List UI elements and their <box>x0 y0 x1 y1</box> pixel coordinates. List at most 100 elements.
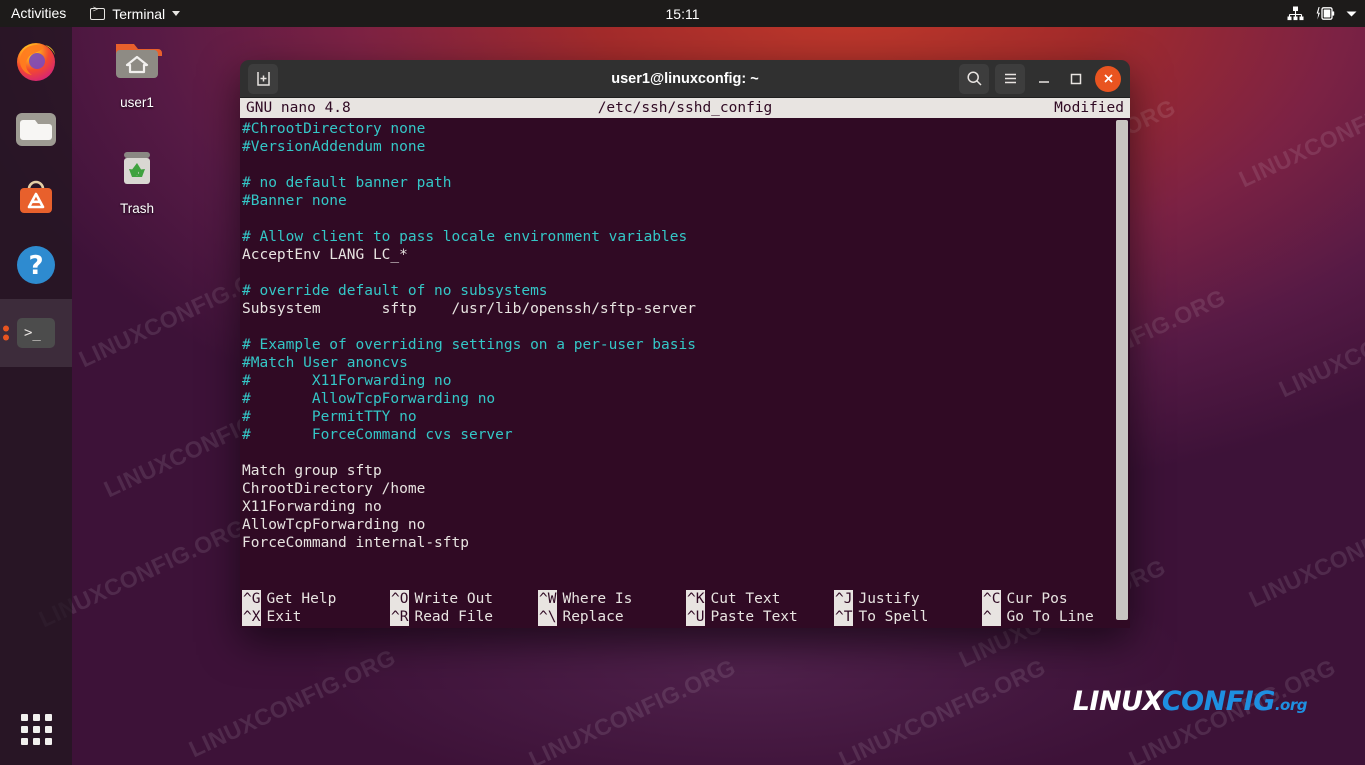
brand-part-3: .org <box>1274 696 1308 714</box>
nano-filename: /etc/ssh/sshd_config <box>597 100 773 116</box>
nano-status: Modified <box>1054 100 1124 116</box>
nano-line: AllowTcpForwarding no <box>242 517 426 533</box>
dock-item-ubuntu-software[interactable] <box>0 163 72 231</box>
scrollbar-thumb[interactable] <box>1116 120 1128 620</box>
terminal-content[interactable]: GNU nano 4.8 /etc/ssh/sshd_config Modifi… <box>240 98 1130 628</box>
network-icon[interactable] <box>1287 6 1304 21</box>
nano-shortcut[interactable]: ^U Paste Text <box>686 608 834 626</box>
battery-charging-icon[interactable] <box>1315 6 1335 21</box>
nano-shortcut-label: Cur Pos <box>1006 591 1068 607</box>
nano-shortcut-label: Get Help <box>266 591 337 607</box>
system-menu-chevron-down-icon[interactable] <box>1346 10 1357 18</box>
nano-shortcut[interactable]: ^X Exit <box>242 608 390 626</box>
new-tab-icon[interactable] <box>248 63 278 94</box>
nano-shortcut-key: ^R <box>390 608 410 626</box>
nano-line: # Example of overriding settings on a pe… <box>242 337 696 353</box>
nano-line: Match group sftp <box>242 463 382 479</box>
dock: ? >_ <box>0 27 72 765</box>
hamburger-menu-icon[interactable] <box>995 63 1025 94</box>
nano-line <box>242 210 1130 228</box>
dock-item-files[interactable] <box>0 95 72 163</box>
nano-shortcut[interactable]: ^W Where Is <box>538 590 686 608</box>
nano-shortcut-key: ^W <box>538 590 558 608</box>
nano-shortcut-key: ^U <box>686 608 706 626</box>
nano-line: # PermitTTY no <box>242 409 417 425</box>
nano-shortcut-label: Read File <box>414 609 494 625</box>
nano-shortcut[interactable]: ^ Go To Line <box>982 608 1130 626</box>
dock-item-terminal[interactable]: >_ <box>0 299 72 367</box>
nano-shortcut-key: ^\ <box>538 608 558 626</box>
nano-line: # X11Forwarding no <box>242 373 452 389</box>
svg-text:>_: >_ <box>24 325 41 341</box>
terminal-icon: >_ <box>12 309 60 357</box>
watermark-text: LINUXCONFIG.ORG <box>1274 283 1365 403</box>
nano-shortcut[interactable]: ^C Cur Pos <box>982 590 1130 608</box>
nano-shortcut[interactable]: ^G Get Help <box>242 590 390 608</box>
search-icon[interactable] <box>959 63 989 94</box>
nano-line: # override default of no subsystems <box>242 283 548 299</box>
watermark-text: LINUXCONFIG.ORG <box>524 653 740 765</box>
nano-shortcut-label: Replace <box>562 609 624 625</box>
system-tray[interactable] <box>1287 6 1357 21</box>
nano-shortcut[interactable]: ^K Cut Text <box>686 590 834 608</box>
nano-shortcut-label: Justify <box>858 591 920 607</box>
nano-shortcut-key: ^O <box>390 590 410 608</box>
nano-line: ForceCommand internal-sftp <box>242 535 469 551</box>
nano-line: #ChrootDirectory none <box>242 121 426 137</box>
nano-shortcut-label: Write Out <box>414 591 494 607</box>
desktop-icon-trash[interactable]: Trash <box>92 140 182 216</box>
minimize-icon[interactable] <box>1031 66 1057 92</box>
top-bar: Activities Terminal 15:11 <box>0 0 1365 27</box>
maximize-icon[interactable] <box>1063 66 1089 92</box>
nano-line: #Match User anoncvs <box>242 355 408 371</box>
desktop-icon-home-folder[interactable]: user1 <box>92 34 182 110</box>
nano-shortcut-key: ^T <box>834 608 854 626</box>
trash-icon <box>124 152 150 184</box>
terminal-scrollbar[interactable] <box>1116 120 1128 620</box>
nano-line: # ForceCommand cvs server <box>242 427 513 443</box>
nano-shortcut-label: Where Is <box>562 591 633 607</box>
show-applications-button[interactable] <box>0 697 72 761</box>
nano-shortcut[interactable]: ^T To Spell <box>834 608 982 626</box>
linuxconfig-logo: LINUXCONFIG.org <box>1072 686 1308 717</box>
nano-shortcut[interactable]: ^O Write Out <box>390 590 538 608</box>
home-folder-icon <box>116 44 162 78</box>
window-controls <box>959 63 1130 94</box>
nano-shortcuts-row-1: ^G Get Help ^O Write Out ^W Where Is ^K Cut Tex… <box>242 590 1130 608</box>
dock-item-help[interactable]: ? <box>0 231 72 299</box>
nano-line <box>242 264 1130 282</box>
watermark-text: LINUXCONFIG.ORG <box>1234 73 1365 193</box>
nano-shortcut[interactable]: ^R Read File <box>390 608 538 626</box>
nano-editor-text[interactable]: #ChrootDirectory none #VersionAddendum no… <box>240 118 1130 552</box>
nano-line: #Banner none <box>242 193 347 209</box>
nano-shortcut-bar: ^G Get Help ^O Write Out ^W Where Is ^K Cut Tex… <box>240 590 1130 626</box>
nano-line <box>242 444 1130 462</box>
nano-line: ChrootDirectory /home <box>242 481 426 497</box>
brand-part-2: CONFIG <box>1161 686 1276 717</box>
nano-shortcut-key: ^ <box>982 608 1002 626</box>
brand-part-1: LINUX <box>1072 686 1163 717</box>
nano-version: GNU nano 4.8 <box>246 100 351 116</box>
nano-shortcut[interactable]: ^\ Replace <box>538 608 686 626</box>
terminal-window: user1@linuxconfig: ~ GNU nano 4.8 /etc/s… <box>240 60 1130 628</box>
nano-line: # AllowTcpForwarding no <box>242 391 496 407</box>
nano-shortcut-label: Paste Text <box>710 609 798 625</box>
nano-shortcut-label: To Spell <box>858 609 929 625</box>
nano-shortcuts-row-2: ^X Exit ^R Read File ^\ Replace ^U Paste Text ^T… <box>242 608 1130 626</box>
nano-shortcut-key: ^C <box>982 590 1002 608</box>
clock[interactable]: 15:11 <box>0 6 1365 22</box>
close-icon[interactable] <box>1095 65 1121 92</box>
watermark-text: LINUXCONFIG.ORG <box>1244 493 1365 613</box>
terminal-title-bar: user1@linuxconfig: ~ <box>240 60 1130 98</box>
files-folder-icon <box>12 105 60 153</box>
desktop-icon-label: Trash <box>119 201 154 216</box>
nano-shortcut[interactable]: ^J Justify <box>834 590 982 608</box>
firefox-icon <box>12 37 60 85</box>
nano-shortcut-key: ^K <box>686 590 706 608</box>
running-indicator-dots <box>3 323 9 344</box>
watermark-text: LINUXCONFIG.ORG <box>184 643 400 763</box>
grid-dots-icon <box>20 713 52 745</box>
nano-shortcut-key: ^X <box>242 608 262 626</box>
dock-item-firefox[interactable] <box>0 27 72 95</box>
nano-line: AcceptEnv LANG LC_* <box>242 247 408 263</box>
